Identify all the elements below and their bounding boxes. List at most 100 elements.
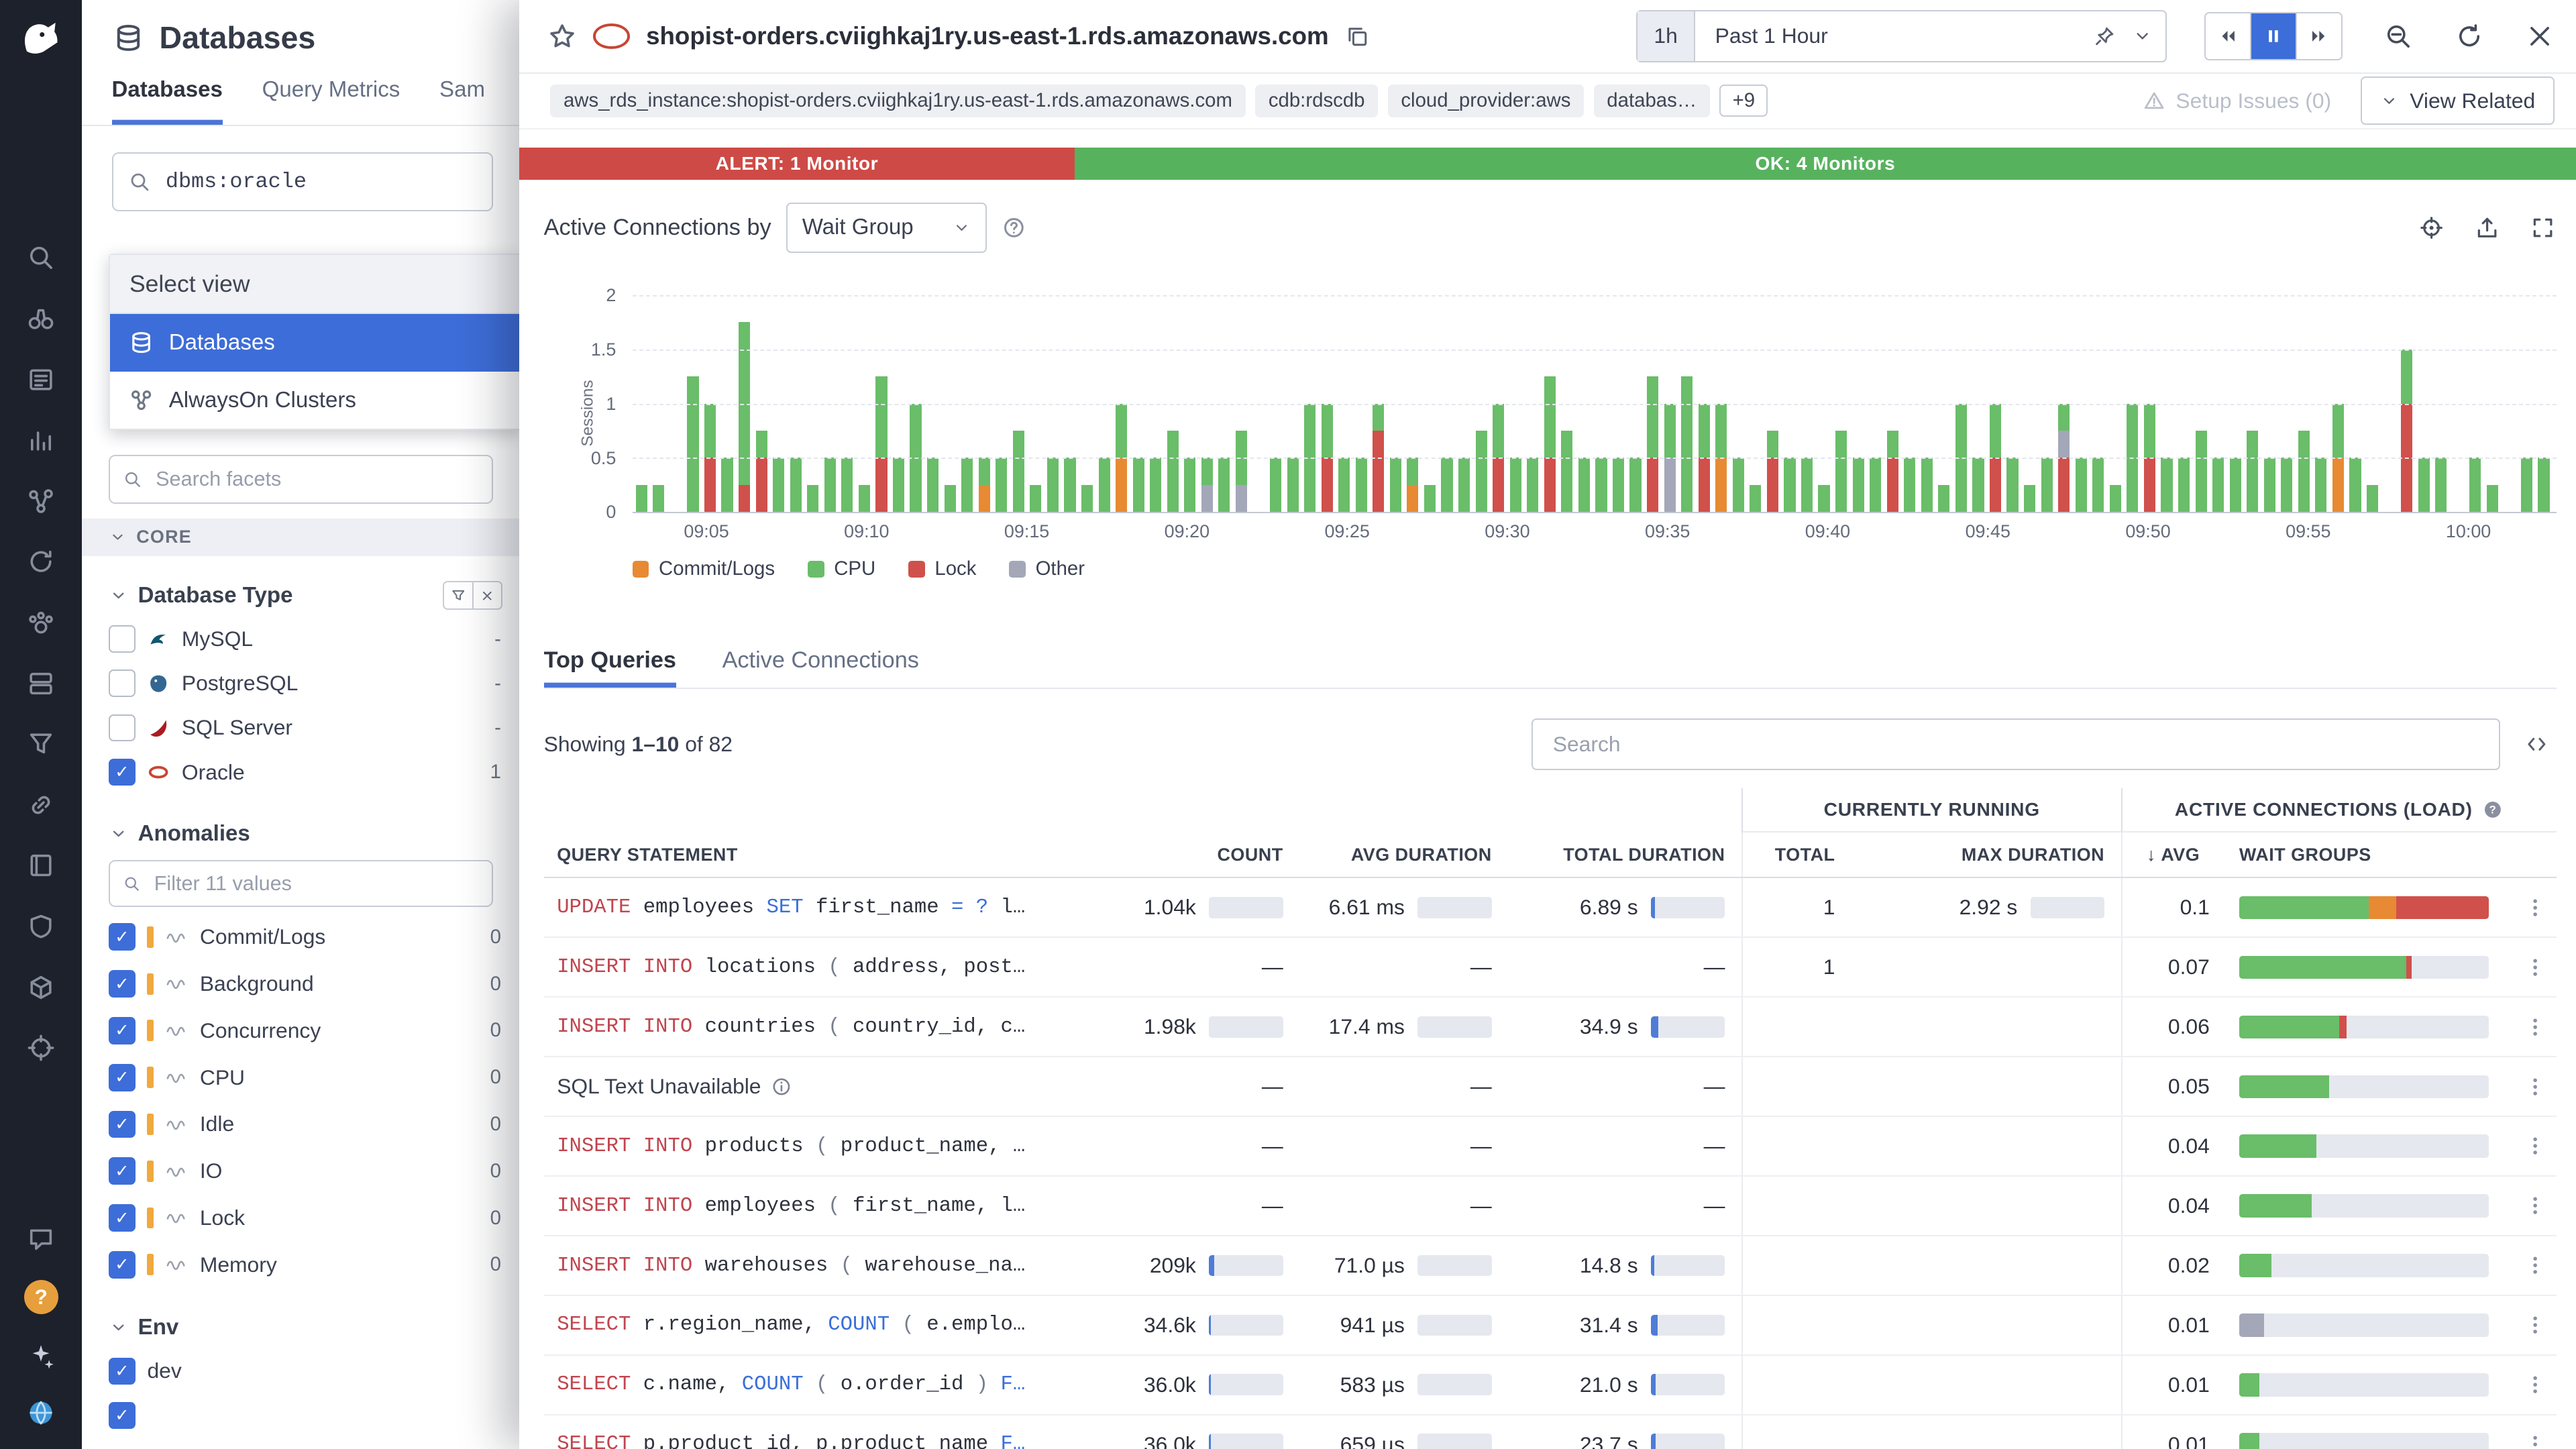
- facet-filter-input-wrap[interactable]: [109, 860, 493, 907]
- forward-button[interactable]: [2296, 13, 2341, 60]
- facet-filter-input[interactable]: [151, 870, 478, 897]
- row-menu-button[interactable]: [2514, 1075, 2557, 1098]
- facet-item-memory[interactable]: ✓Memory0: [109, 1241, 506, 1288]
- rail-pipeline-button[interactable]: [25, 728, 58, 761]
- table-row[interactable]: SELECT r.region_name, COUNT ( e.emplo…34…: [544, 1296, 2557, 1356]
- checkbox[interactable]: ✓: [109, 1157, 136, 1185]
- facet-item-sql-server[interactable]: SQL Server-: [109, 706, 506, 750]
- rail-user-button[interactable]: [25, 1397, 58, 1430]
- facet-item-cpu[interactable]: ✓CPU0: [109, 1054, 506, 1101]
- table-row[interactable]: SELECT c.name, COUNT ( o.order_id ) F…36…: [544, 1356, 2557, 1415]
- export-icon[interactable]: [2474, 215, 2500, 241]
- rail-packages-button[interactable]: [25, 971, 58, 1004]
- checkbox[interactable]: ✓: [109, 759, 136, 786]
- pin-icon[interactable]: [2093, 25, 2116, 48]
- query-statement[interactable]: INSERT INTO warehouses ( warehouse_na…: [544, 1254, 1086, 1277]
- checkbox[interactable]: [109, 625, 136, 653]
- tag-pill[interactable]: cloud_provider:aws: [1388, 85, 1584, 117]
- table-row[interactable]: SQL Text Unavailable———0.05: [544, 1057, 2557, 1117]
- tab-top-queries[interactable]: Top Queries: [544, 633, 676, 688]
- rail-graph-button[interactable]: [25, 484, 58, 517]
- table-row[interactable]: INSERT INTO employees ( first_name, l…——…: [544, 1177, 2557, 1236]
- checkbox[interactable]: ✓: [109, 1204, 136, 1232]
- rail-security-button[interactable]: [25, 910, 58, 943]
- legend-item-cpu[interactable]: CPU: [808, 557, 875, 580]
- legend-item-lock[interactable]: Lock: [908, 557, 976, 580]
- pause-button[interactable]: [2250, 13, 2296, 60]
- sidebar-search-input[interactable]: [162, 168, 477, 196]
- facet-item-lock[interactable]: ✓Lock0: [109, 1195, 506, 1242]
- row-menu-button[interactable]: [2514, 1373, 2557, 1396]
- checkbox[interactable]: [109, 669, 136, 697]
- help-icon[interactable]: [1002, 215, 1026, 240]
- table-row[interactable]: SELECT p.product_id, p.product_name F…36…: [544, 1415, 2557, 1449]
- facet-item-io[interactable]: ✓IO0: [109, 1148, 506, 1195]
- row-menu-button[interactable]: [2514, 1194, 2557, 1217]
- table-row[interactable]: INSERT INTO warehouses ( warehouse_na…20…: [544, 1236, 2557, 1296]
- facet-item-commit-logs[interactable]: ✓Commit/Logs0: [109, 914, 506, 961]
- info-icon[interactable]: [771, 1076, 792, 1097]
- checkbox[interactable]: ✓: [109, 1251, 136, 1279]
- alert-monitors-segment[interactable]: ALERT: 1 Monitor: [519, 148, 1075, 180]
- query-statement[interactable]: INSERT INTO countries ( country_id, c…: [544, 1016, 1086, 1038]
- row-menu-button[interactable]: [2514, 1254, 2557, 1277]
- table-row[interactable]: INSERT INTO locations ( address, post…——…: [544, 938, 2557, 998]
- facet-item-concurrency[interactable]: ✓Concurrency0: [109, 1008, 506, 1055]
- row-menu-button[interactable]: [2514, 956, 2557, 979]
- facet-search[interactable]: [109, 455, 493, 504]
- legend-item-other[interactable]: Other: [1009, 557, 1085, 580]
- row-menu-button[interactable]: [2514, 896, 2557, 919]
- rail-news-button[interactable]: [25, 363, 58, 396]
- rail-host-button[interactable]: [25, 667, 58, 700]
- tag-pill[interactable]: aws_rds_instance:shopist-orders.cviighka…: [550, 85, 1245, 117]
- row-menu-button[interactable]: [2514, 1433, 2557, 1449]
- facet-item-postgresql[interactable]: PostgreSQL-: [109, 661, 506, 706]
- tab-query-metrics[interactable]: Query Metrics: [262, 77, 400, 125]
- checkbox[interactable]: ✓: [109, 1402, 136, 1430]
- checkbox[interactable]: ✓: [109, 970, 136, 998]
- facet-item-dev[interactable]: ✓dev: [109, 1349, 506, 1393]
- table-row[interactable]: INSERT INTO countries ( country_id, c…1.…: [544, 998, 2557, 1057]
- query-statement[interactable]: INSERT INTO locations ( address, post…: [544, 956, 1086, 979]
- checkbox[interactable]: ✓: [109, 923, 136, 951]
- rail-sparkle-button[interactable]: [25, 1339, 58, 1372]
- rail-search-button[interactable]: [25, 241, 58, 274]
- query-statement[interactable]: SELECT c.name, COUNT ( o.order_id ) F…: [544, 1373, 1086, 1396]
- table-row[interactable]: UPDATE employees SET first_name = ? l…1.…: [544, 878, 2557, 938]
- rail-watchdog-button[interactable]: [25, 606, 58, 639]
- rail-link-button[interactable]: [25, 788, 58, 821]
- zoom-out-button[interactable]: [2383, 21, 2413, 51]
- rail-charts-button[interactable]: [25, 424, 58, 457]
- facet-search-input[interactable]: [152, 466, 478, 493]
- query-statement[interactable]: INSERT INTO products ( product_name, …: [544, 1135, 1086, 1158]
- legend-item-commit-logs[interactable]: Commit/Logs: [633, 557, 775, 580]
- query-statement[interactable]: INSERT INTO employees ( first_name, l…: [544, 1195, 1086, 1218]
- datadog-logo[interactable]: [15, 11, 67, 64]
- facet-item-idle[interactable]: ✓Idle0: [109, 1101, 506, 1148]
- rewind-button[interactable]: [2206, 13, 2250, 60]
- tag-pill[interactable]: databas…: [1594, 85, 1710, 117]
- checkbox[interactable]: ✓: [109, 1017, 136, 1044]
- checkbox[interactable]: ✓: [109, 1064, 136, 1091]
- facet-clear-button[interactable]: [472, 582, 502, 608]
- facet-item-oracle[interactable]: ✓Oracle1: [109, 750, 506, 794]
- refresh-button[interactable]: [2455, 21, 2484, 51]
- query-statement[interactable]: UPDATE employees SET first_name = ? l…: [544, 896, 1086, 919]
- setup-issues-button[interactable]: Setup Issues (0): [2143, 89, 2331, 113]
- help-icon[interactable]: ?: [2482, 799, 2504, 820]
- checkbox[interactable]: ✓: [109, 1111, 136, 1138]
- facet-filter-button[interactable]: [444, 582, 472, 608]
- more-tags-pill[interactable]: +9: [1719, 85, 1768, 117]
- close-panel-button[interactable]: [2525, 21, 2555, 51]
- scope-icon[interactable]: [2418, 215, 2445, 241]
- facet-item-item[interactable]: ✓: [109, 1393, 506, 1438]
- sort-column-header[interactable]: ↓AVG: [2121, 833, 2213, 877]
- copy-icon[interactable]: [1345, 24, 1370, 49]
- rail-loop-button[interactable]: [25, 545, 58, 578]
- checkbox[interactable]: ✓: [109, 1358, 136, 1385]
- table-row[interactable]: INSERT INTO products ( product_name, …——…: [544, 1117, 2557, 1177]
- rail-chat-button[interactable]: [25, 1222, 58, 1255]
- rail-binoculars-button[interactable]: [25, 303, 58, 335]
- select-view-option-databases[interactable]: Databases: [110, 314, 519, 372]
- row-menu-button[interactable]: [2514, 1313, 2557, 1336]
